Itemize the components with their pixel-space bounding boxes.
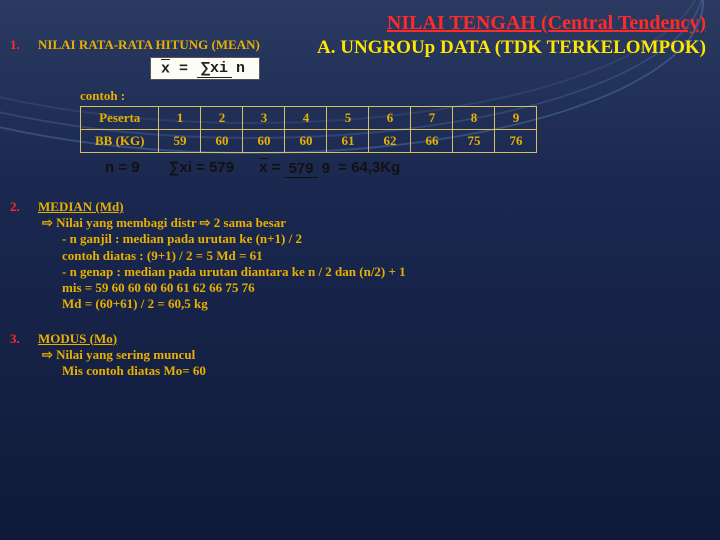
item-number-3: 3. [10,331,30,380]
title-central-tendency: NILAI TENGAH (Central Tendency) [10,12,706,35]
modus-body: ⇨ Nilai yang sering muncul Mis contoh di… [42,347,206,380]
median-body: ⇨ Nilai yang membagi distr ⇨ 2 sama besa… [42,215,406,313]
mean-formula: x = ∑xin [150,57,260,80]
mean-calculation: n = 9 ∑xi = 579 x = 5799 = 64,3Kg [105,159,710,177]
heading-median: MEDIAN (Md) [38,199,406,215]
heading-modus: MODUS (Mo) [38,331,206,347]
table-row: BB (KG) 59 60 60 60 61 62 66 75 76 [81,130,537,153]
table-row: Peserta 1 2 3 4 5 6 7 8 9 [81,107,537,130]
data-table: Peserta 1 2 3 4 5 6 7 8 9 BB (KG) 59 60 … [80,106,537,153]
heading-mean: NILAI RATA-RATA HITUNG (MEAN) [38,37,260,53]
item-number-1: 1. [10,37,30,53]
item-number-2: 2. [10,199,30,313]
contoh-label: contoh : [80,88,710,104]
